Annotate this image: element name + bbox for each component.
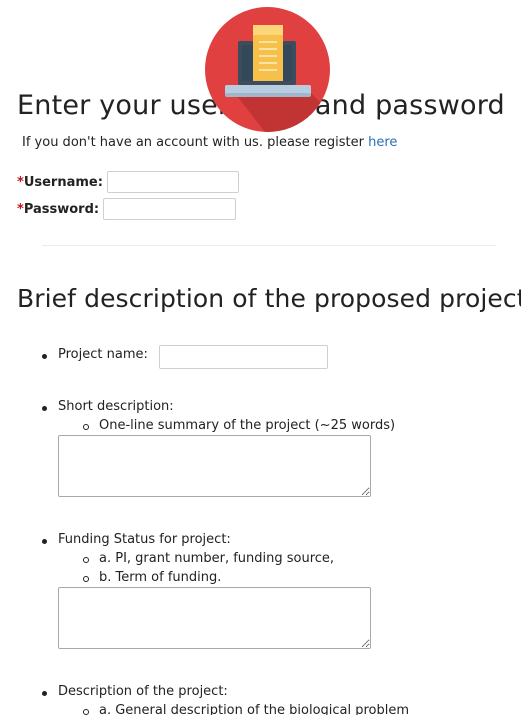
list-item-project-description: Description of the project: (42, 684, 228, 699)
funding-hint-a: a. PI, grant number, funding source, (99, 551, 335, 566)
sub-item-funding-b: b. Term of funding. (83, 570, 221, 585)
short-description-label: Short description: (58, 399, 174, 414)
password-label: Password: (23, 201, 100, 217)
list-item-project-name: Project name: (42, 347, 148, 362)
summary-hint: One-line summary of the project (~25 wor… (99, 418, 396, 433)
username-label: Username: (23, 174, 103, 190)
username-input[interactable] (106, 171, 239, 193)
required-marker: * (17, 201, 24, 217)
project-section-title: Brief description of the proposed projec… (17, 284, 521, 313)
sub-item-funding-a: a. PI, grant number, funding source, (83, 551, 334, 566)
register-prefix: If you don't have an account with us. pl… (22, 135, 369, 150)
sub-item-summary: One-line summary of the project (~25 wor… (83, 418, 395, 433)
laptop-document-graphic (225, 25, 330, 132)
project-name-input[interactable] (159, 345, 328, 369)
register-note: If you don't have an account with us. pl… (22, 135, 397, 150)
list-item-funding-status: Funding Status for project: (42, 532, 231, 547)
password-row: * Password: (17, 198, 237, 220)
funding-hint-b: b. Term of funding. (99, 570, 222, 585)
required-marker: * (17, 174, 24, 190)
funding-status-textarea[interactable] (58, 587, 371, 649)
section-divider (42, 245, 496, 246)
page: Enter your username and password If you … (0, 0, 521, 715)
laptop-document-icon (205, 7, 330, 132)
project-description-label: Description of the project: (58, 684, 228, 699)
funding-status-label: Funding Status for project: (58, 532, 231, 547)
password-input[interactable] (103, 198, 237, 220)
short-description-textarea[interactable] (58, 435, 371, 497)
username-row: * Username: (17, 171, 239, 193)
list-item-short-description: Short description: (42, 399, 174, 414)
project-name-label: Project name: (58, 347, 148, 362)
sub-item-description-a: a. General description of the biological… (83, 703, 409, 715)
register-link[interactable]: here (368, 135, 397, 150)
description-hint-a: a. General description of the biological… (99, 703, 410, 715)
